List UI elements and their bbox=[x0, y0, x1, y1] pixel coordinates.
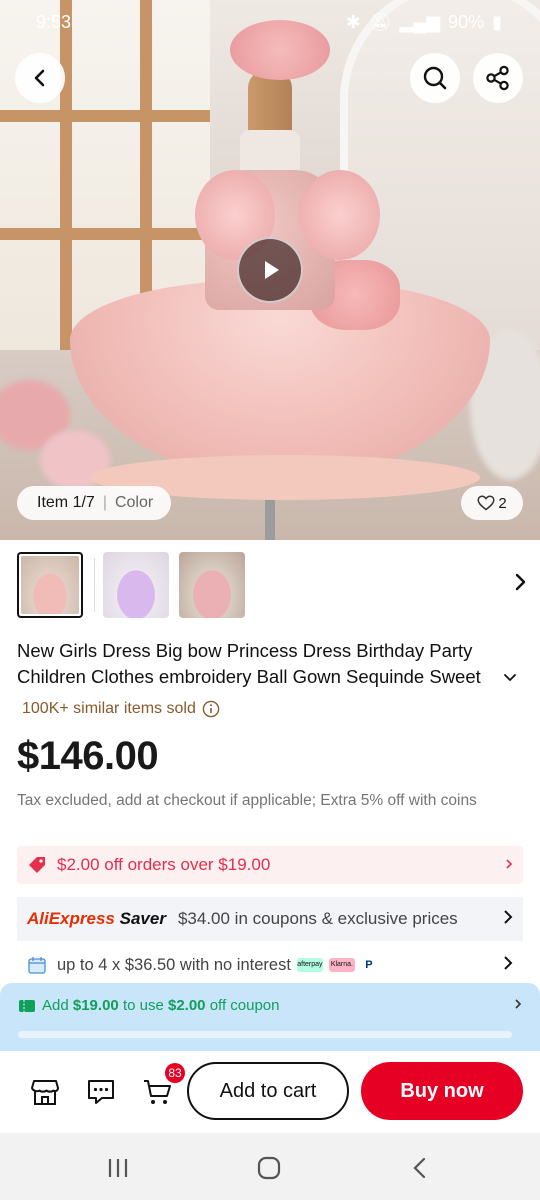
thumbnail-image bbox=[21, 556, 79, 614]
thumbnail-2[interactable] bbox=[103, 552, 169, 618]
back-chevron-icon bbox=[413, 1157, 426, 1179]
chevron-right-icon bbox=[503, 909, 513, 930]
product-title-line2: Children Clothes embroidery Ball Gown Se… bbox=[17, 666, 481, 687]
system-back-button[interactable] bbox=[400, 1153, 440, 1183]
coupon-ticket-icon bbox=[19, 999, 35, 1012]
chat-icon bbox=[88, 1080, 114, 1104]
recent-apps-button[interactable] bbox=[98, 1153, 138, 1183]
cart-icon bbox=[144, 1080, 171, 1104]
search-icon bbox=[423, 66, 447, 90]
promo-text: $2.00 off orders over $19.00 bbox=[57, 855, 271, 874]
info-icon bbox=[202, 700, 220, 718]
thumbnail-3[interactable] bbox=[179, 552, 245, 618]
heart-icon bbox=[477, 495, 495, 511]
chevron-right-icon bbox=[503, 955, 513, 976]
add-to-cart-button[interactable]: Add to cart bbox=[187, 1062, 349, 1120]
coupon-threshold: $19.00 bbox=[72, 997, 119, 1014]
coupon-suffix: off coupon bbox=[209, 997, 280, 1014]
battery-level: 90% bbox=[448, 12, 485, 32]
coupon-prefix: Add bbox=[42, 997, 69, 1014]
saver-brand-logo: AliExpress Saver bbox=[27, 909, 166, 928]
bluetooth-icon: ✱ bbox=[345, 12, 361, 32]
share-button[interactable] bbox=[473, 53, 523, 103]
bottom-action-bar: 83 Add to cart Buy now bbox=[0, 1051, 540, 1133]
store-button[interactable] bbox=[28, 1075, 62, 1109]
product-price: $146.00 bbox=[17, 734, 159, 778]
home-button[interactable] bbox=[249, 1153, 289, 1183]
price-tag-icon bbox=[29, 857, 45, 873]
coupon-discount: $2.00 bbox=[167, 997, 206, 1014]
coupon-middle: to use bbox=[122, 997, 164, 1014]
installment-text: up to 4 x $36.50 with no interest bbox=[57, 955, 291, 974]
expand-title-button[interactable] bbox=[503, 670, 517, 688]
chevron-down-icon bbox=[504, 674, 516, 682]
product-title: New Girls Dress Big bow Princess Dress B… bbox=[17, 638, 522, 690]
back-button[interactable] bbox=[15, 53, 65, 103]
sold-count-text: 100K+ similar items sold bbox=[22, 700, 196, 717]
battery-icon: ▮ bbox=[492, 12, 502, 32]
chevron-right-icon bbox=[515, 573, 526, 591]
product-title-line1: New Girls Dress Big bow Princess Dress B… bbox=[17, 640, 473, 661]
item-position: Item 1/7 bbox=[37, 494, 95, 511]
thumbnail-image bbox=[103, 552, 169, 618]
system-navigation-bar bbox=[0, 1133, 540, 1200]
store-icon bbox=[31, 1080, 59, 1105]
wishlist-button[interactable]: 2 bbox=[461, 486, 523, 520]
message-button[interactable] bbox=[84, 1075, 118, 1109]
color-label: Color bbox=[114, 494, 154, 511]
item-color-selector[interactable]: Item 1/7 | Color bbox=[17, 486, 172, 520]
chevron-right-icon bbox=[514, 997, 522, 1014]
chevron-right-icon bbox=[505, 855, 513, 875]
thumbnail-strip bbox=[17, 552, 527, 622]
thumbnail-1[interactable] bbox=[17, 552, 83, 618]
mute-icon: 🔕︎ bbox=[368, 12, 392, 32]
share-icon bbox=[486, 65, 509, 91]
play-icon bbox=[265, 261, 279, 279]
coupon-banner[interactable]: Add $19.00 to use $2.00 off coupon bbox=[0, 983, 540, 1051]
coupon-progress-bar bbox=[18, 1031, 512, 1038]
thumbnail-divider bbox=[94, 558, 95, 612]
klarna-logo: Klarna. bbox=[328, 958, 355, 972]
installment-row[interactable]: up to 4 x $36.50 with no interest afterp… bbox=[17, 946, 523, 984]
recent-apps-icon bbox=[108, 1159, 128, 1177]
status-bar: 9:53 ✱ 🔕︎ ▂▄▆ 90% ▮ bbox=[0, 0, 540, 46]
thumbnail-next-button[interactable] bbox=[513, 572, 527, 597]
like-count: 2 bbox=[498, 494, 507, 512]
home-icon bbox=[257, 1156, 281, 1180]
buy-now-button[interactable]: Buy now bbox=[361, 1062, 523, 1120]
sold-count[interactable]: 100K+ similar items sold bbox=[22, 700, 220, 718]
pill-divider: | bbox=[102, 494, 107, 511]
play-video-button[interactable] bbox=[237, 237, 303, 303]
search-button[interactable] bbox=[410, 53, 460, 103]
saver-text: $34.00 in coupons & exclusive prices bbox=[177, 909, 458, 928]
tax-note: Tax excluded, add at checkout if applica… bbox=[17, 792, 477, 809]
afterpay-logo: afterpay bbox=[296, 958, 323, 972]
signal-icon: ▂▄▆ bbox=[399, 12, 441, 32]
calendar-icon bbox=[28, 957, 46, 974]
product-image[interactable]: 9:53 ✱ 🔕︎ ▂▄▆ 90% ▮ Item 1/7 | Color 2 bbox=[0, 0, 540, 540]
store-promo[interactable]: $2.00 off orders over $19.00 bbox=[17, 846, 523, 884]
status-time: 9:53 bbox=[36, 12, 72, 32]
dress-sleeve-right bbox=[300, 170, 380, 260]
back-arrow-icon bbox=[34, 69, 45, 87]
aliexpress-saver-row[interactable]: AliExpress Saver $34.00 in coupons & exc… bbox=[17, 897, 523, 941]
thumbnail-image bbox=[179, 552, 245, 618]
paypal-logo: P bbox=[360, 958, 377, 972]
cart-count-badge: 83 bbox=[165, 1063, 185, 1083]
